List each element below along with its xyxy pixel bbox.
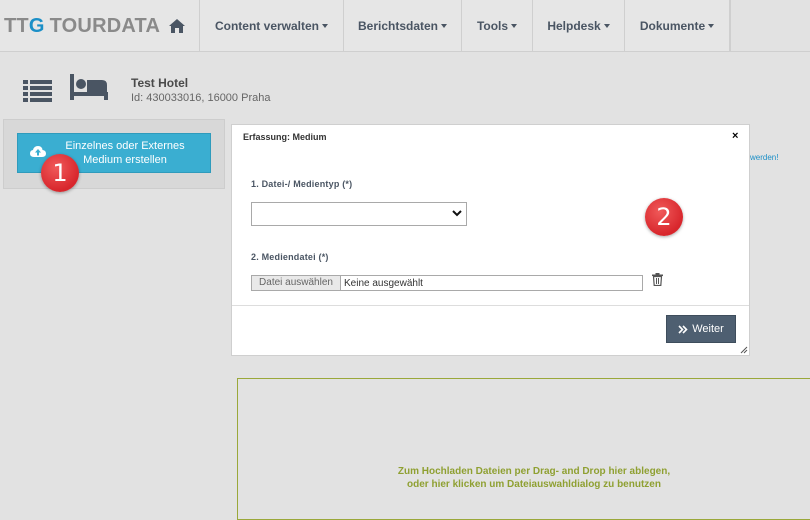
logo-tourdata: TOURDATA [49, 15, 161, 37]
nav-helpdesk[interactable]: Helpdesk [533, 0, 625, 51]
caret-down-icon [708, 23, 715, 28]
hotel-name: Test Hotel [131, 76, 189, 90]
weiter-label: Weiter [692, 323, 724, 335]
file-choose-button[interactable]: Datei auswählen [252, 276, 341, 290]
modal-title: Erfassung: Medium [243, 132, 327, 142]
close-icon[interactable]: × [732, 130, 738, 142]
nav-label: Helpdesk [547, 18, 601, 33]
logo-g: G [28, 15, 45, 37]
trash-icon[interactable] [652, 273, 663, 286]
home-button[interactable] [155, 0, 200, 51]
medientyp-label: 1. Datei-/ Medientyp (*) [251, 179, 353, 189]
weiter-button[interactable]: Weiter [666, 315, 736, 343]
resize-handle-icon[interactable] [740, 346, 748, 354]
caret-down-icon [322, 23, 328, 28]
marker-2: 2 [645, 198, 683, 236]
dropzone-line-1: Zum Hochladen Dateien per Drag- and Drop… [397, 466, 671, 477]
modal-erfassung-medium: Erfassung: Medium × 1. Datei-/ Medientyp… [231, 124, 750, 356]
chevron-down-icon [452, 210, 462, 217]
logo-tt: TT [4, 15, 29, 37]
nav-berichtsdaten[interactable]: Berichtsdaten [344, 0, 462, 51]
medientyp-select[interactable] [251, 202, 467, 226]
bed-icon [70, 74, 108, 100]
caret-down-icon [511, 23, 518, 28]
mediendatei-file-input[interactable]: Datei auswählen Keine ausgewählt [251, 275, 643, 291]
nav-tools[interactable]: Tools [462, 0, 533, 51]
nav-label: Dokumente [639, 18, 706, 33]
top-navbar: TTG TOURDATA Content verwalten Berichtsda… [0, 0, 810, 52]
caret-down-icon [603, 23, 610, 28]
nav-label: Tools [476, 18, 509, 33]
modal-divider [232, 305, 749, 306]
nav-spacer [730, 0, 810, 51]
nav-label: Content verwalten [214, 18, 319, 33]
side-link[interactable]: werden! [750, 153, 778, 162]
mediendatei-label: 2. Mediendatei (*) [251, 252, 329, 262]
double-chevron-right-icon [678, 324, 688, 334]
dropzone-line-2: oder hier klicken um Dateiauswahldialog … [407, 479, 661, 490]
hotel-id: Id: 430033016, 16000 Praha [131, 92, 271, 104]
upload-dropzone[interactable] [237, 378, 810, 520]
file-status: Keine ausgewählt [344, 278, 423, 289]
nav-content-verwalten[interactable]: Content verwalten [200, 0, 344, 51]
dropzone-text: Zum Hochladen Dateien per Drag- and Drop… [260, 465, 808, 491]
caret-down-icon [441, 23, 448, 28]
marker-1: 1 [41, 154, 79, 192]
cloud-upload-icon [30, 146, 46, 157]
logo[interactable]: TTG TOURDATA [4, 13, 160, 39]
home-icon [169, 18, 185, 33]
nav-dokumente[interactable]: Dokumente [625, 0, 730, 51]
nav-label: Berichtsdaten [357, 18, 439, 33]
list-icon[interactable] [23, 80, 52, 102]
